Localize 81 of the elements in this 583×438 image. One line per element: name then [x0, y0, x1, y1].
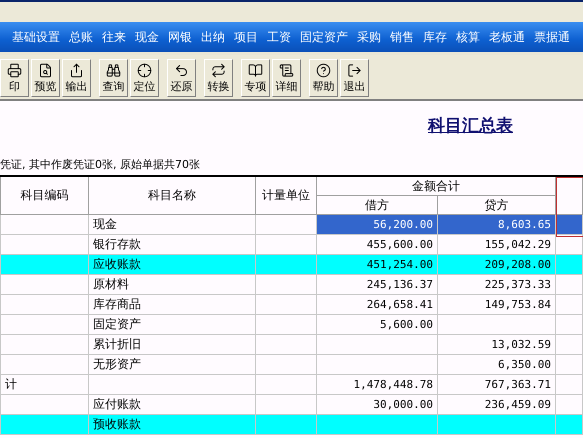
- menu-item[interactable]: 采购: [357, 28, 381, 46]
- table-cell: [256, 254, 316, 274]
- table-cell: [256, 414, 316, 434]
- table-cell: 6,350.00: [438, 354, 556, 374]
- table-cell: 13,032.59: [438, 334, 556, 354]
- menu-item[interactable]: 核算: [456, 28, 480, 46]
- magnifier-page-icon: [38, 62, 53, 78]
- table-cell: [556, 334, 582, 354]
- toolbar-button[interactable]: 详细: [272, 59, 301, 97]
- undo-icon: [174, 62, 189, 78]
- menu-item[interactable]: 基础设置: [12, 28, 60, 46]
- table-cell: 245,136.37: [316, 274, 438, 294]
- menu-item[interactable]: 往来: [102, 28, 126, 46]
- table-cell: 应收账款: [88, 254, 256, 274]
- table-cell: [256, 374, 316, 394]
- column-header: 计量单位: [256, 176, 316, 214]
- table-cell: 56,200.00: [316, 214, 438, 234]
- toolbar-button[interactable]: 退出: [340, 59, 369, 97]
- table-cell: 767,363.71: [438, 374, 556, 394]
- menu-item[interactable]: 老板通: [489, 28, 525, 46]
- menu-item[interactable]: 项目: [234, 28, 258, 46]
- table-cell: [556, 314, 582, 334]
- table-cell: [556, 254, 582, 274]
- column-header: 科目名称: [88, 176, 256, 214]
- table-cell: 225,373.33: [438, 274, 556, 294]
- toolbar-button[interactable]: 定位: [130, 59, 159, 97]
- table-cell: 计: [0, 374, 88, 394]
- table-cell: 累计折旧: [88, 334, 256, 354]
- table-cell: 149,753.84: [438, 294, 556, 314]
- table-cell: 库存商品: [88, 294, 256, 314]
- report-title: 科目汇总表: [428, 114, 513, 136]
- column-header: 科目编码: [0, 176, 88, 214]
- column-header: 金额合计: [316, 176, 556, 196]
- table-cell: 209,208.00: [438, 254, 556, 274]
- toolbar-button[interactable]: 转换: [204, 59, 233, 97]
- menu-item[interactable]: 库存: [423, 28, 447, 46]
- binoculars-icon: [106, 62, 121, 78]
- table-cell: [556, 354, 582, 374]
- table-cell: 现金: [88, 214, 256, 234]
- menu-item[interactable]: 销售: [390, 28, 414, 46]
- table-cell: [256, 274, 316, 294]
- table-cell: [256, 334, 316, 354]
- table-cell: 264,658.41: [316, 294, 438, 314]
- table-cell: [556, 374, 582, 394]
- exit-icon: [347, 62, 362, 78]
- menu-item[interactable]: 现金: [135, 28, 159, 46]
- toolbar-button[interactable]: 输出: [62, 59, 91, 97]
- table-cell: [556, 294, 582, 314]
- report-summary: 凭证, 其中作废凭证0张, 原始单据共70张: [0, 157, 201, 173]
- help-icon: [316, 62, 331, 78]
- menu-item[interactable]: 票据通: [534, 28, 570, 46]
- toolbar-button[interactable]: 帮助: [309, 59, 338, 97]
- table-cell: 固定资产: [88, 314, 256, 334]
- table-cell: 无形资产: [88, 354, 256, 374]
- table-cell: 原材料: [88, 274, 256, 294]
- scroll-icon: [279, 62, 294, 78]
- menu-item[interactable]: 网银: [168, 28, 192, 46]
- export-icon: [69, 62, 84, 78]
- toolbar-button[interactable]: 专项: [241, 59, 270, 97]
- table-cell: [256, 354, 316, 374]
- table-cell: 451,254.00: [316, 254, 438, 274]
- book-icon: [248, 62, 263, 78]
- menu-item[interactable]: 工资: [267, 28, 291, 46]
- toolbar-button[interactable]: 预览: [31, 59, 60, 97]
- toolbar-button[interactable]: 查询: [99, 59, 128, 97]
- menu-item[interactable]: 出纳: [201, 28, 225, 46]
- table-cell: [256, 294, 316, 314]
- table-cell: 5,600.00: [316, 314, 438, 334]
- table-cell: 1,478,448.78: [316, 374, 438, 394]
- crosshair-icon: [137, 62, 152, 78]
- repeat-icon: [211, 62, 226, 78]
- toolbar-button[interactable]: 还原: [167, 59, 196, 97]
- table-cell: 8,603.65: [438, 214, 556, 234]
- table-cell: [556, 414, 582, 434]
- menu-item[interactable]: 固定资产: [300, 28, 348, 46]
- table-cell: [556, 274, 582, 294]
- toolbar-button[interactable]: 印: [0, 59, 29, 97]
- printer-icon: [7, 62, 22, 78]
- menu-item[interactable]: 总账: [69, 28, 93, 46]
- table-cell: [256, 314, 316, 334]
- table-cell: 预收账款: [88, 414, 256, 434]
